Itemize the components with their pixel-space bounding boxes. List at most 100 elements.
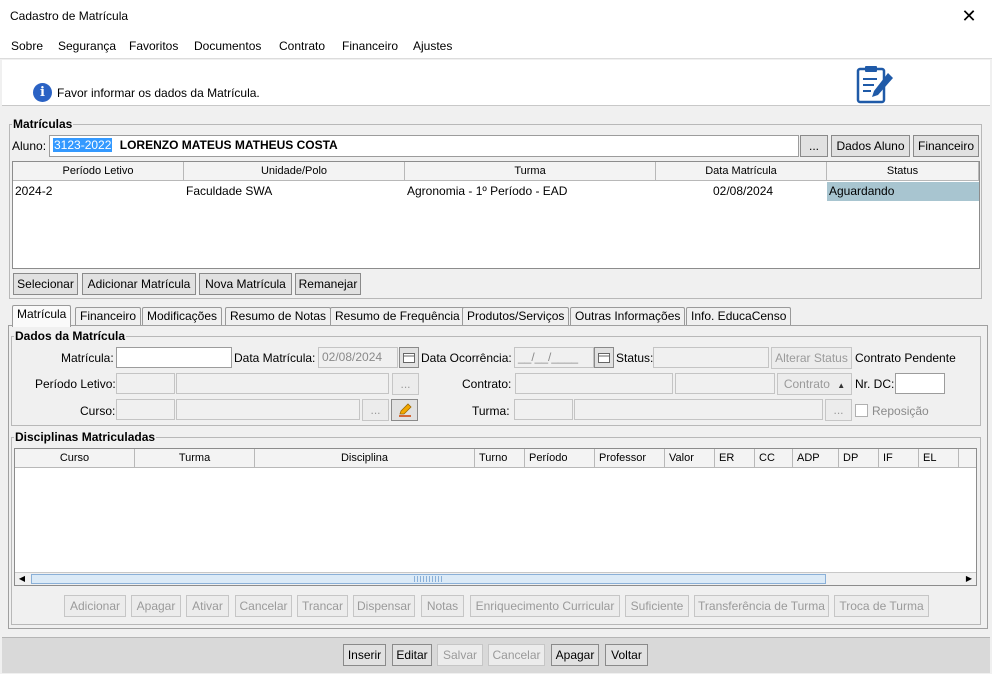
cell-data[interactable]: 02/08/2024: [713, 182, 773, 201]
matricula-label: Matrícula:: [61, 351, 114, 365]
ativar-button[interactable]: Ativar: [186, 595, 229, 617]
cell-unidade[interactable]: Faculdade SWA: [186, 182, 272, 201]
turma-desc-field[interactable]: [574, 399, 823, 420]
nova-matricula-button[interactable]: Nova Matrícula: [199, 273, 292, 295]
contrato-desc-field[interactable]: [675, 373, 775, 394]
col-curso: Curso: [15, 449, 135, 468]
curso-browse-button[interactable]: ...: [362, 399, 389, 421]
enriquecimento-button[interactable]: Enriquecimento Curricular: [470, 595, 620, 617]
scroll-left-icon[interactable]: ◀: [15, 573, 29, 585]
editar-button[interactable]: Editar: [392, 644, 432, 666]
curso-desc-field[interactable]: [176, 399, 360, 420]
nr-dc-field[interactable]: [895, 373, 945, 394]
aluno-code: 3123-2022: [53, 138, 113, 152]
menu-ajustes[interactable]: Ajustes: [413, 39, 452, 53]
cancelar-button[interactable]: Cancelar: [488, 644, 545, 666]
status-field[interactable]: [653, 347, 769, 368]
financeiro-button[interactable]: Financeiro: [913, 135, 979, 157]
contrato-field[interactable]: [515, 373, 673, 394]
col-extra: [959, 449, 976, 468]
suficiente-button[interactable]: Suficiente: [625, 595, 689, 617]
scroll-right-icon[interactable]: ▶: [962, 573, 976, 585]
alterar-status-button[interactable]: Alterar Status: [771, 347, 852, 369]
turma-code-field[interactable]: [514, 399, 573, 420]
col-periodo: Período Letivo: [13, 162, 184, 181]
menu-sobre[interactable]: Sobre: [11, 39, 43, 53]
col-if: IF: [879, 449, 919, 468]
periodo-code-field[interactable]: [116, 373, 175, 394]
tab-financeiro[interactable]: Financeiro: [75, 307, 142, 326]
inserir-button[interactable]: Inserir: [343, 644, 386, 666]
col-periodo: Período: [525, 449, 595, 468]
periodo-desc-field[interactable]: [176, 373, 389, 394]
aluno-browse-button[interactable]: ...: [800, 135, 828, 157]
col-unidade: Unidade/Polo: [184, 162, 405, 181]
aluno-field[interactable]: 3123-2022 LORENZO MATEUS MATHEUS COSTA: [49, 135, 799, 157]
scrollbar-thumb[interactable]: [31, 574, 826, 584]
periodo-letivo-label: Período Letivo:: [35, 377, 116, 391]
voltar-button[interactable]: Voltar: [605, 644, 648, 666]
data-ocorrencia-field[interactable]: __/__/____: [514, 347, 594, 368]
menu-contrato[interactable]: Contrato: [279, 39, 325, 53]
document-edit-icon: [856, 66, 893, 104]
dados-aluno-button[interactable]: Dados Aluno: [831, 135, 910, 157]
tab-outras-informacoes[interactable]: Outras Informações: [570, 307, 686, 326]
salvar-button[interactable]: Salvar: [437, 644, 483, 666]
matriculas-grid: Período Letivo Unidade/Polo Turma Data M…: [12, 161, 980, 269]
col-turma: Turma: [135, 449, 255, 468]
data-matricula-label: Data Matrícula:: [234, 351, 316, 365]
dispensar-button[interactable]: Dispensar: [353, 595, 415, 617]
tab-educacenso[interactable]: Info. EducaCenso: [686, 307, 792, 326]
tab-resumo-frequencia[interactable]: Resumo de Frequência: [330, 307, 465, 326]
apagar-disciplina-button[interactable]: Apagar: [131, 595, 181, 617]
apagar-button[interactable]: Apagar: [551, 644, 599, 666]
reposicao-checkbox[interactable]: [855, 404, 868, 417]
menu-financeiro[interactable]: Financeiro: [342, 39, 398, 53]
calendar-icon[interactable]: [399, 347, 419, 368]
matricula-field[interactable]: [116, 347, 232, 368]
menu-favoritos[interactable]: Favoritos: [129, 39, 178, 53]
tab-matricula[interactable]: Matrícula: [12, 305, 72, 327]
reposicao-label: Reposição: [872, 404, 929, 418]
edit-pencil-icon[interactable]: [391, 399, 418, 421]
cell-periodo[interactable]: 2024-2: [15, 182, 52, 201]
close-icon[interactable]: ✕: [946, 0, 992, 32]
selecionar-button[interactable]: Selecionar: [13, 273, 78, 295]
trancar-button[interactable]: Trancar: [297, 595, 348, 617]
turma-label: Turma:: [472, 404, 510, 418]
menu-seguranca[interactable]: Segurança: [58, 39, 116, 53]
calendar-icon[interactable]: [594, 347, 614, 368]
aluno-name: LORENZO MATEUS MATHEUS COSTA: [119, 138, 338, 152]
transferencia-turma-button[interactable]: Transferência de Turma: [694, 595, 829, 617]
tab-produtos[interactable]: Produtos/Serviços: [462, 307, 570, 326]
curso-code-field[interactable]: [116, 399, 175, 420]
col-adp: ADP: [793, 449, 839, 468]
cell-status[interactable]: Aguardando: [827, 182, 979, 201]
data-ocorrencia-label: Data Ocorrência:: [421, 351, 512, 365]
col-el: EL: [919, 449, 959, 468]
remanejar-button[interactable]: Remanejar: [295, 273, 361, 295]
horizontal-scrollbar[interactable]: ◀ ▶: [15, 572, 976, 585]
contrato-dropdown-button[interactable]: Contrato ▲: [777, 373, 852, 395]
periodo-browse-button[interactable]: ...: [392, 373, 419, 395]
troca-turma-button[interactable]: Troca de Turma: [834, 595, 929, 617]
col-turma: Turma: [405, 162, 656, 181]
turma-browse-button[interactable]: ...: [825, 399, 852, 421]
window-title: Cadastro de Matrícula: [10, 9, 129, 23]
tab-modificacoes[interactable]: Modificações: [142, 307, 223, 326]
dados-matricula-legend: Dados da Matrícula: [15, 329, 126, 343]
matriculas-legend: Matrículas: [13, 117, 73, 131]
info-icon: i: [33, 83, 52, 102]
adicionar-matricula-button[interactable]: Adicionar Matrícula: [82, 273, 196, 295]
notas-button[interactable]: Notas: [421, 595, 464, 617]
col-professor: Professor: [595, 449, 665, 468]
data-matricula-field[interactable]: 02/08/2024: [318, 347, 398, 368]
tab-resumo-notas[interactable]: Resumo de Notas: [225, 307, 332, 326]
cell-turma[interactable]: Agronomia - 1º Período - EAD: [407, 182, 567, 201]
cancelar-disciplina-button[interactable]: Cancelar: [235, 595, 292, 617]
status-label: Status:: [616, 351, 654, 365]
menu-documentos[interactable]: Documentos: [194, 39, 261, 53]
adicionar-disciplina-button[interactable]: Adicionar: [64, 595, 126, 617]
contrato-button-label: Contrato: [783, 377, 830, 391]
title-bar: Cadastro de Matrícula ✕: [0, 0, 992, 32]
